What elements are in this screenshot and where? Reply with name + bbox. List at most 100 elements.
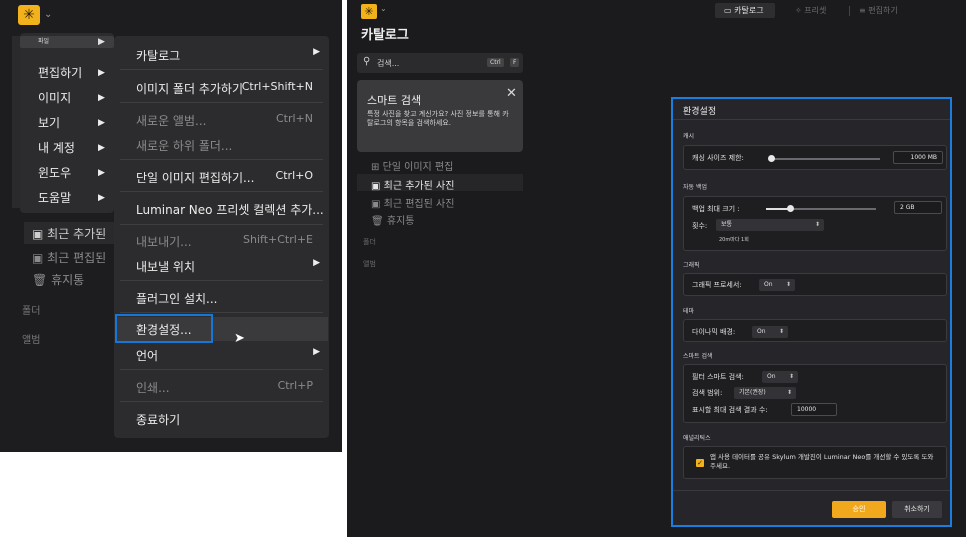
edited-photo-icon: ▣: [32, 251, 44, 265]
shortcut-key: Ctrl: [487, 58, 504, 67]
submenu-arrow-icon: ▶: [313, 347, 320, 357]
preferences-dialog: 환경설정 캐시 캐싱 사이즈 제한: 1000 MB 자동 백업 백업 최대 크…: [671, 97, 952, 527]
menu-separator: [120, 401, 323, 402]
submenu-arrow-icon: ▶: [98, 193, 105, 203]
tab-presets[interactable]: ✧ 프리셋: [795, 5, 826, 16]
app-logo-icon[interactable]: ✳: [18, 5, 40, 25]
backup-group: 백업 최대 크기 : 2 GB 횟수: 보통 ⬍ 20m마다 1회: [683, 196, 947, 251]
gpu-select[interactable]: On ⬍: [759, 279, 795, 291]
chevron-down-icon[interactable]: ⌄: [44, 9, 52, 20]
page-title: 카탈로그: [361, 28, 409, 43]
sidebar-item-trash[interactable]: 🗑 휴지통: [32, 271, 84, 288]
updown-icon: ⬍: [814, 221, 820, 228]
submenu-arrow-icon: ▶: [98, 143, 105, 153]
section-smart-search: 스마트 검색: [683, 353, 713, 360]
folder-icon: ▭: [724, 6, 732, 15]
menu-separator: [120, 369, 323, 370]
submenu-arrow-icon: ▶: [98, 93, 105, 103]
filter-smart-label: 필터 스마트 검색:: [692, 373, 744, 381]
dialog-divider: [673, 490, 950, 491]
menu-item-edit[interactable]: 편집하기 ▶: [20, 61, 114, 85]
tab-edit[interactable]: ≡ 편집하기: [859, 5, 898, 16]
sidebar-item-recent-added[interactable]: ▣ 최근 추가된: [32, 225, 106, 242]
sparkle-icon: ✧: [795, 6, 802, 15]
mouse-cursor-icon: ➤: [234, 331, 245, 346]
backup-slider-knob[interactable]: [787, 205, 794, 212]
photo-icon: ▣: [32, 227, 44, 241]
menu-separator: [120, 191, 323, 192]
sliders-icon: ≡: [859, 6, 866, 15]
dynamic-bg-label: 다이나믹 배경:: [692, 328, 736, 336]
analytics-checkbox[interactable]: ✓: [696, 459, 704, 467]
backup-size-label: 백업 최대 크기 :: [692, 205, 740, 213]
updown-icon: ⬍: [778, 328, 784, 335]
theme-group: 다이나믹 배경: On ⬍: [683, 319, 947, 342]
menu-separator: [120, 102, 323, 103]
max-results-field[interactable]: 10000: [791, 403, 837, 416]
backup-slider[interactable]: [790, 208, 876, 210]
menu-item-window[interactable]: 윈도우 ▶: [20, 161, 114, 185]
section-albums: 앨범: [363, 260, 376, 268]
app-logo-icon[interactable]: ✳: [361, 4, 377, 19]
submenu-arrow-icon: ▶: [98, 68, 105, 78]
search-placeholder: 검색...: [377, 59, 400, 68]
sidebar-item-recent-edited[interactable]: ▣ 최근 편집된: [32, 249, 106, 266]
cache-group: 캐싱 사이즈 제한: 1000 MB: [683, 145, 947, 170]
grid-icon: ⊞: [371, 162, 380, 173]
ok-button[interactable]: 승인: [832, 501, 886, 518]
smart-search-title: 스마트 검색: [367, 94, 422, 107]
submenu-arrow-icon: ▶: [313, 258, 320, 268]
right-screenshot: ✳ ⌄ ▭ 카탈로그 ✧ 프리셋 ≡ 편집하기 카탈로그 ⚲ 검색... Ctr…: [347, 0, 966, 537]
chevron-down-icon[interactable]: ⌄: [380, 4, 387, 13]
menu-item-view[interactable]: 보기 ▶: [20, 111, 114, 135]
backup-count-select[interactable]: 보통 ⬍: [716, 219, 824, 231]
submenu-arrow-icon: ▶: [98, 37, 105, 47]
menu-separator: [120, 280, 323, 281]
file-submenu: 카탈로그 ▶ 이미지 폴더 추가하기 Ctrl+Shift+N 새로운 앨범..…: [114, 36, 329, 438]
preferences-highlight-box: [115, 314, 213, 343]
menu-item-account[interactable]: 내 계정 ▶: [20, 136, 114, 160]
cache-size-field[interactable]: 1000 MB: [893, 151, 943, 164]
search-input[interactable]: ⚲ 검색... Ctrl F: [357, 53, 523, 73]
updown-icon: ⬍: [788, 373, 794, 380]
toolbar-divider: [849, 6, 850, 16]
submenu-arrow-icon: ▶: [313, 47, 320, 57]
section-cache: 캐시: [683, 133, 695, 140]
shortcut-key: F: [510, 58, 520, 67]
search-range-select[interactable]: 기본(권장) ⬍: [734, 387, 796, 399]
cache-slider[interactable]: [770, 158, 880, 160]
menu-separator: [120, 69, 323, 70]
sidebar-section-folders: 폴더: [22, 306, 41, 317]
nav-trash[interactable]: 🗑 휴지통: [371, 212, 415, 227]
menu-item-file[interactable]: 파일 ▶: [20, 36, 114, 48]
tab-catalog[interactable]: ▭ 카탈로그: [724, 5, 764, 16]
backup-size-field[interactable]: 2 GB: [894, 201, 942, 214]
section-graphics: 그래픽: [683, 262, 700, 269]
trash-icon: 🗑: [371, 216, 384, 227]
filter-smart-select[interactable]: On ⬍: [762, 371, 798, 383]
cache-slider-knob[interactable]: [768, 155, 775, 162]
max-results-label: 표시할 최대 검색 결과 수:: [692, 406, 768, 414]
section-folders: 폴더: [363, 238, 376, 246]
close-icon[interactable]: ✕: [506, 86, 517, 101]
menu-item-image[interactable]: 이미지 ▶: [20, 86, 114, 110]
left-screenshot: ✳ ⌄ ▣ 최근 추가된 ▣ 최근 편집된 🗑 휴지통 폴더 앨범 파일 ▶ 편집…: [0, 0, 342, 452]
trash-icon: 🗑: [32, 273, 48, 287]
menu-separator: [120, 224, 323, 225]
sidebar-section-albums: 앨범: [22, 335, 41, 346]
nav-recent-edited[interactable]: ▣ 최근 편집된 사진: [371, 195, 454, 210]
cancel-button[interactable]: 취소하기: [892, 501, 942, 518]
photo-icon: ▣: [371, 181, 381, 192]
main-menu: 파일 ▶ 편집하기 ▶ 이미지 ▶ 보기 ▶ 내 계정 ▶ 윈도우 ▶ 도움말 ▶: [20, 33, 114, 213]
submenu-arrow-icon: ▶: [98, 118, 105, 128]
menu-item-help[interactable]: 도움말 ▶: [20, 186, 114, 210]
search-range-label: 검색 범위:: [692, 389, 723, 397]
updown-icon: ⬍: [786, 389, 792, 396]
nav-recent-added[interactable]: ▣ 최근 추가된 사진: [371, 177, 454, 192]
smart-search-group: 필터 스마트 검색: On ⬍ 검색 범위: 기본(권장) ⬍ 표시할 최대 검…: [683, 364, 947, 423]
dynamic-bg-select[interactable]: On ⬍: [752, 326, 788, 338]
dialog-title: 환경설정: [683, 107, 717, 117]
nav-single-edit[interactable]: ⊞ 단일 이미지 편집: [371, 158, 453, 173]
smart-search-card: 스마트 검색 ✕ 특정 사진을 찾고 계신가요? 사진 정보를 통해 카탈로그의…: [357, 80, 523, 152]
submenu-arrow-icon: ▶: [98, 168, 105, 178]
